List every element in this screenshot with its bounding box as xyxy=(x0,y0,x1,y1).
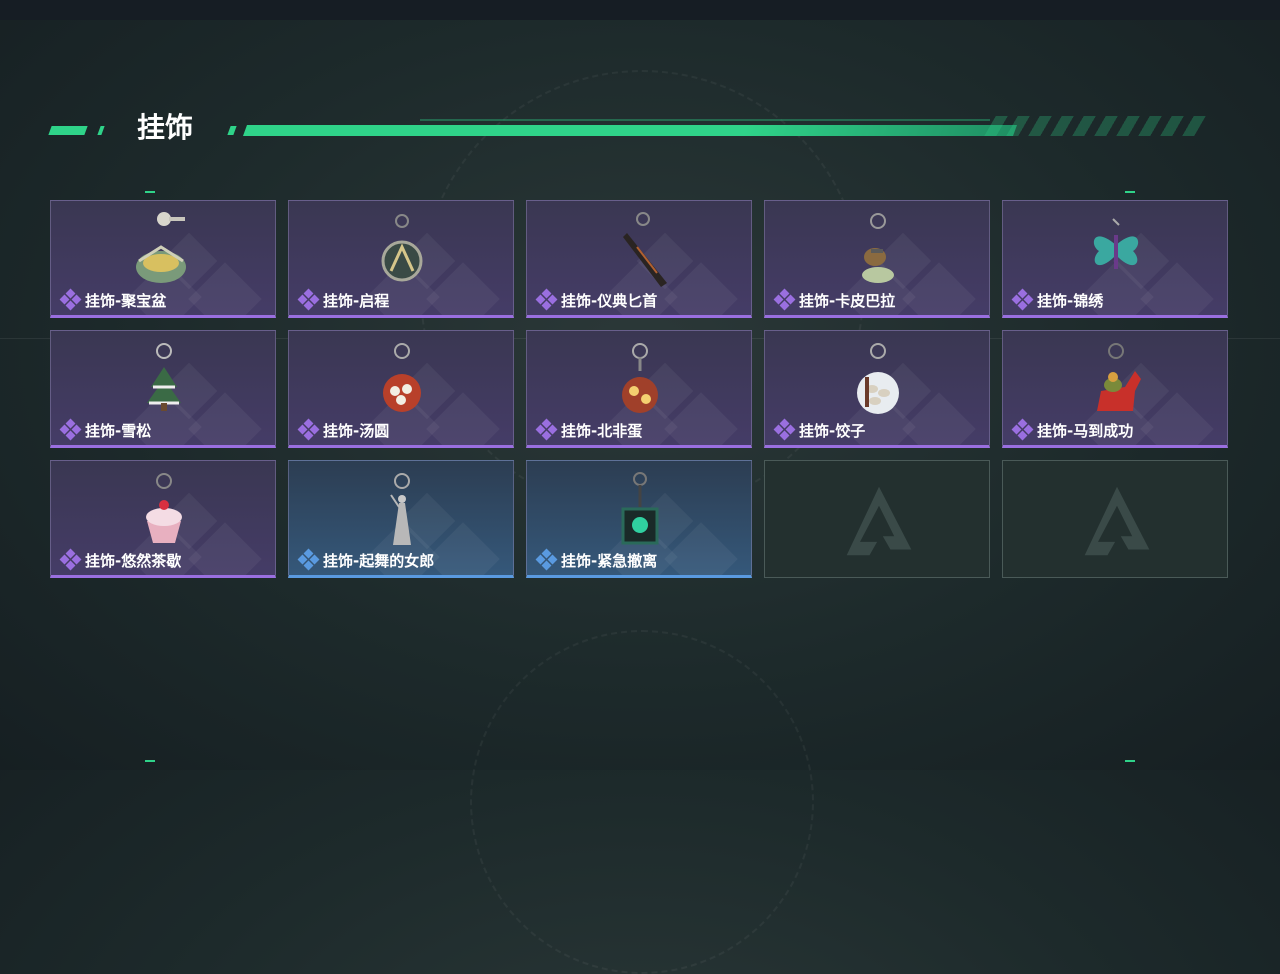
charm-label: 挂饰-马到成功 xyxy=(1011,418,1134,441)
charm-card[interactable]: 挂饰-聚宝盆 xyxy=(50,200,276,318)
dumpling-plate-charm-icon xyxy=(857,343,899,414)
header-accent-bar xyxy=(48,126,88,135)
charm-name: 挂饰-聚宝盆 xyxy=(85,291,167,310)
section-header: 挂饰 xyxy=(0,110,1280,150)
corner-marker xyxy=(1125,760,1135,762)
charm-name: 挂饰-启程 xyxy=(323,291,390,310)
charm-name: 挂饰-饺子 xyxy=(799,421,866,440)
background-ring-decoration xyxy=(470,630,814,974)
header-accent-bar xyxy=(227,126,237,135)
empty-slot[interactable] xyxy=(1002,460,1228,578)
corner-marker xyxy=(1125,191,1135,193)
rarity-diamond-icon xyxy=(59,418,82,441)
snowy-pine-charm-icon xyxy=(147,343,181,411)
charm-label: 挂饰-聚宝盆 xyxy=(59,288,167,311)
rarity-diamond-icon xyxy=(1011,288,1034,311)
charm-name: 挂饰-马到成功 xyxy=(1037,421,1134,440)
corner-marker xyxy=(145,191,155,193)
treasure-bowl-charm-icon xyxy=(136,212,186,283)
charm-card[interactable]: 挂饰-启程 xyxy=(288,200,514,318)
corner-marker xyxy=(145,760,155,762)
charm-card[interactable]: 挂饰-仪典匕首 xyxy=(526,200,752,318)
empty-slot-logo-icon xyxy=(846,486,912,556)
charm-label: 挂饰-起舞的女郎 xyxy=(297,548,435,571)
charm-name: 挂饰-仪典匕首 xyxy=(561,291,658,310)
rarity-diamond-icon xyxy=(59,288,82,311)
cupcake-charm-icon xyxy=(146,473,182,543)
charm-name: 挂饰-起舞的女郎 xyxy=(323,551,435,570)
empty-slot[interactable] xyxy=(764,460,990,578)
dancing-lady-charm-icon xyxy=(390,473,411,545)
rarity-diamond-icon xyxy=(297,548,320,571)
ceremonial-dagger-charm-icon xyxy=(623,212,667,287)
charm-label: 挂饰-卡皮巴拉 xyxy=(773,288,896,311)
rice-ball-bowl-charm-icon xyxy=(383,343,421,412)
red-horse-charm-icon xyxy=(1097,343,1141,411)
charm-label: 挂饰-仪典匕首 xyxy=(535,288,658,311)
charm-card[interactable]: 挂饰-紧急撤离 xyxy=(526,460,752,578)
charm-label: 挂饰-悠然茶歇 xyxy=(59,548,182,571)
rarity-diamond-icon xyxy=(773,418,796,441)
rarity-diamond-icon xyxy=(535,288,558,311)
charm-card[interactable]: 挂饰-卡皮巴拉 xyxy=(764,200,990,318)
charm-name: 挂饰-紧急撤离 xyxy=(561,551,658,570)
rarity-diamond-icon xyxy=(59,548,82,571)
charm-label: 挂饰-雪松 xyxy=(59,418,152,441)
charm-card[interactable]: 挂饰-起舞的女郎 xyxy=(288,460,514,578)
charm-card[interactable]: 挂饰-雪松 xyxy=(50,330,276,448)
charm-name: 挂饰-雪松 xyxy=(85,421,152,440)
compass-medal-charm-icon xyxy=(381,214,423,282)
shakshuka-pan-charm-icon xyxy=(622,343,658,413)
charm-card[interactable]: 挂饰-北非蛋 xyxy=(526,330,752,448)
charm-label: 挂饰-启程 xyxy=(297,288,390,311)
header-thin-line xyxy=(420,119,990,121)
rarity-diamond-icon xyxy=(535,548,558,571)
rarity-diamond-icon xyxy=(297,288,320,311)
charm-card[interactable]: 挂饰-汤圆 xyxy=(288,330,514,448)
butterfly-charm-icon xyxy=(1093,218,1139,269)
charm-label: 挂饰-北非蛋 xyxy=(535,418,643,441)
rarity-diamond-icon xyxy=(297,418,320,441)
empty-slot-logo-icon xyxy=(1084,486,1150,556)
rarity-diamond-icon xyxy=(535,418,558,441)
charm-card[interactable]: 挂饰-饺子 xyxy=(764,330,990,448)
rarity-diamond-icon xyxy=(773,288,796,311)
emergency-evac-charm-icon xyxy=(621,472,659,545)
charm-name: 挂饰-卡皮巴拉 xyxy=(799,291,896,310)
charm-name: 挂饰-锦绣 xyxy=(1037,291,1104,310)
header-main-bar xyxy=(242,125,1018,136)
charm-card[interactable]: 挂饰-马到成功 xyxy=(1002,330,1228,448)
charm-label: 挂饰-饺子 xyxy=(773,418,866,441)
header-accent-bar xyxy=(97,126,105,135)
charm-card[interactable]: 挂饰-悠然茶歇 xyxy=(50,460,276,578)
charm-card[interactable]: 挂饰-锦绣 xyxy=(1002,200,1228,318)
charm-name: 挂饰-悠然茶歇 xyxy=(85,551,182,570)
header-checker-pattern xyxy=(984,116,1206,136)
charm-label: 挂饰-汤圆 xyxy=(297,418,390,441)
capybara-charm-icon xyxy=(862,213,894,283)
section-title: 挂饰 xyxy=(137,111,194,144)
charm-label: 挂饰-锦绣 xyxy=(1011,288,1104,311)
rarity-diamond-icon xyxy=(1011,418,1034,441)
charm-label: 挂饰-紧急撤离 xyxy=(535,548,658,571)
charm-name: 挂饰-汤圆 xyxy=(323,421,390,440)
top-bar xyxy=(0,0,1280,20)
charm-name: 挂饰-北非蛋 xyxy=(561,421,643,440)
